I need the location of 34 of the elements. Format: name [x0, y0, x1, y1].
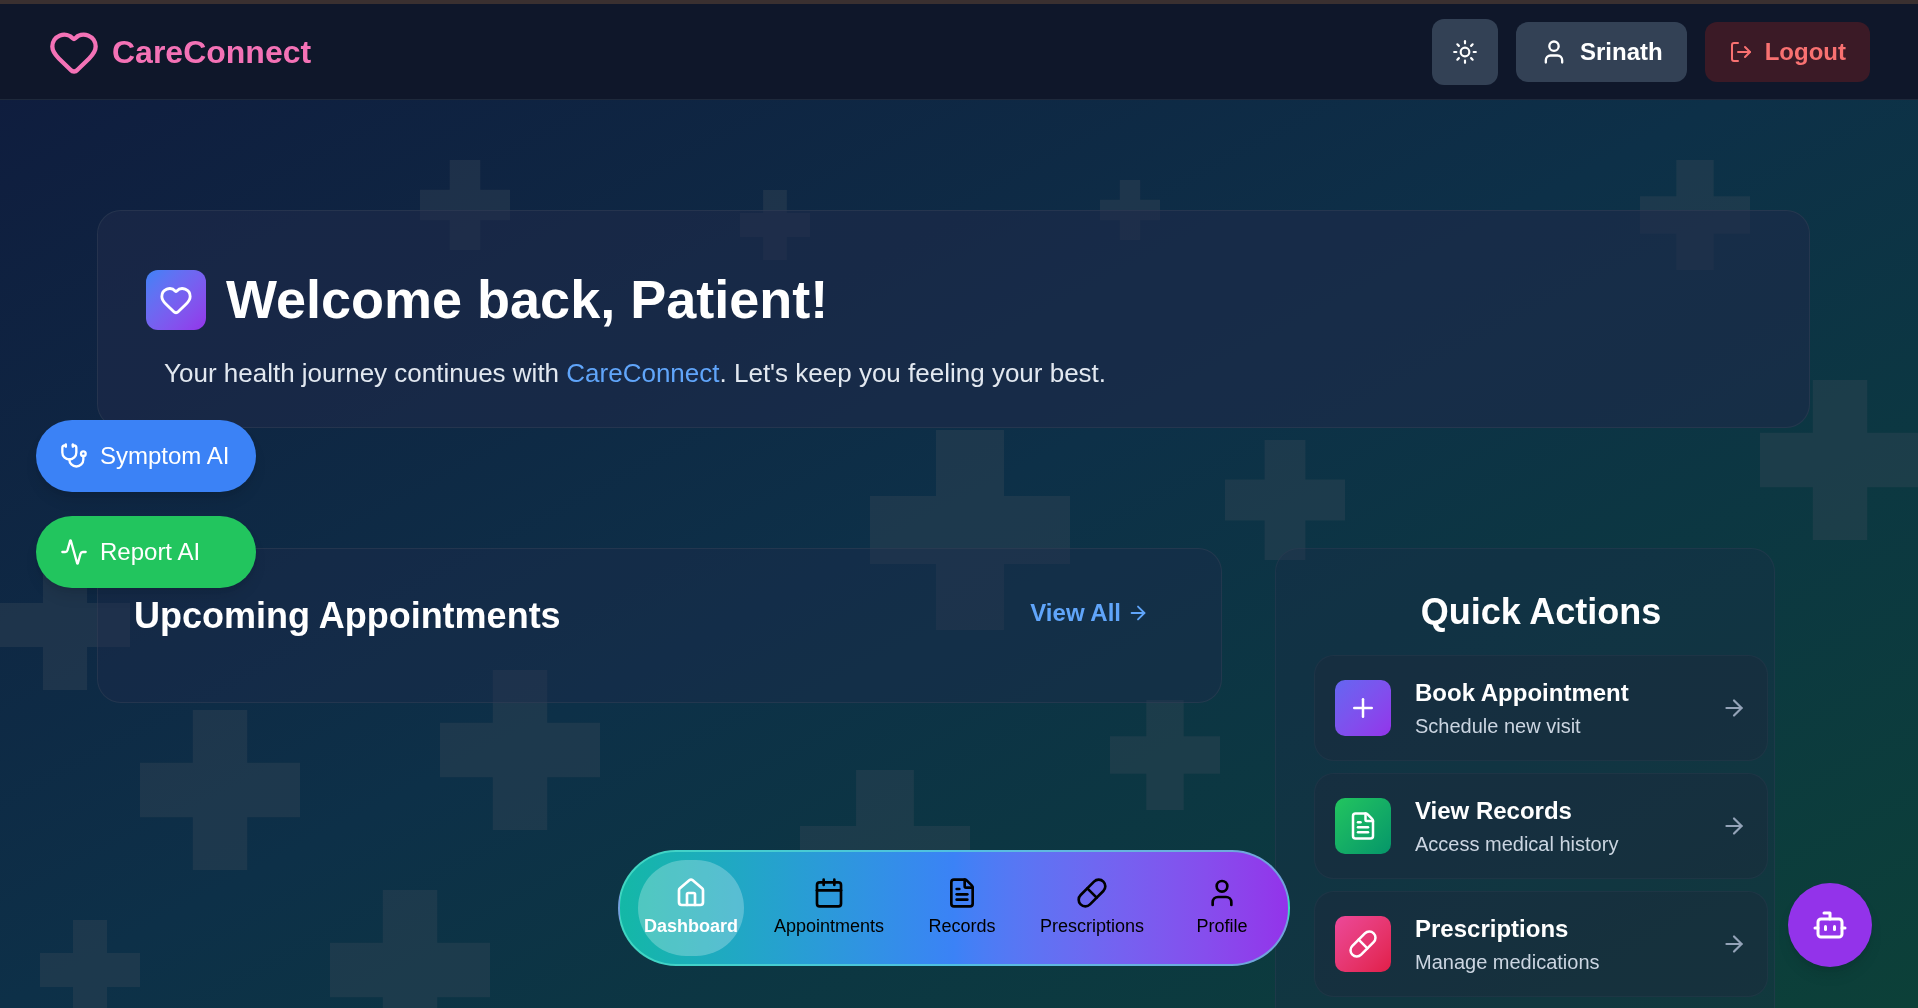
welcome-heading: Welcome back, Patient!: [226, 268, 829, 331]
heart-badge-icon: [146, 269, 206, 330]
quick-action-card[interactable]: View Records Access medical history: [1314, 773, 1768, 879]
home-icon: [675, 876, 707, 909]
quick-action-card[interactable]: Book Appointment Schedule new visit: [1314, 655, 1768, 761]
user-button[interactable]: Srinath: [1516, 21, 1687, 82]
nav-tab[interactable]: Profile: [1173, 860, 1270, 956]
pill-icon: [1076, 876, 1108, 909]
quick-action-subtitle: Schedule new visit: [1415, 714, 1582, 739]
stethoscope-icon: [60, 442, 88, 470]
quick-action-subtitle: Manage medications: [1415, 950, 1600, 975]
document-icon: [1335, 798, 1391, 854]
calendar-icon: [813, 876, 845, 909]
nav-tab[interactable]: Appointments: [768, 860, 891, 956]
welcome-subtitle: Your health journey continues with CareConnect. Let's keep you feeling your best.: [164, 358, 1107, 388]
plus-icon: [1335, 680, 1391, 736]
symptom-ai-button[interactable]: Symptom AI: [36, 420, 256, 492]
appointments-heading: Upcoming Appointments: [134, 594, 561, 638]
quick-actions-heading: Quick Actions: [1419, 590, 1663, 634]
quick-action-title: Prescriptions: [1415, 914, 1570, 944]
theme-toggle-button[interactable]: [1432, 18, 1498, 85]
logout-button[interactable]: Logout: [1704, 21, 1870, 82]
pulse-icon: [60, 538, 88, 566]
quick-action-title: View Records: [1415, 796, 1573, 826]
sun-icon: [1452, 38, 1478, 65]
nav-tab[interactable]: Records: [914, 860, 1010, 956]
quick-action-card[interactable]: Prescriptions Manage medications: [1314, 891, 1768, 997]
pill-icon: [1335, 916, 1391, 972]
quick-action-title: Book Appointment: [1415, 678, 1629, 708]
nav-tab[interactable]: Prescriptions: [1033, 860, 1150, 956]
logout-icon: [1728, 39, 1753, 64]
brand-name: CareConnect: [112, 32, 312, 72]
quick-action-subtitle: Access medical history: [1415, 832, 1619, 857]
view-all-link[interactable]: View All: [1030, 595, 1149, 631]
